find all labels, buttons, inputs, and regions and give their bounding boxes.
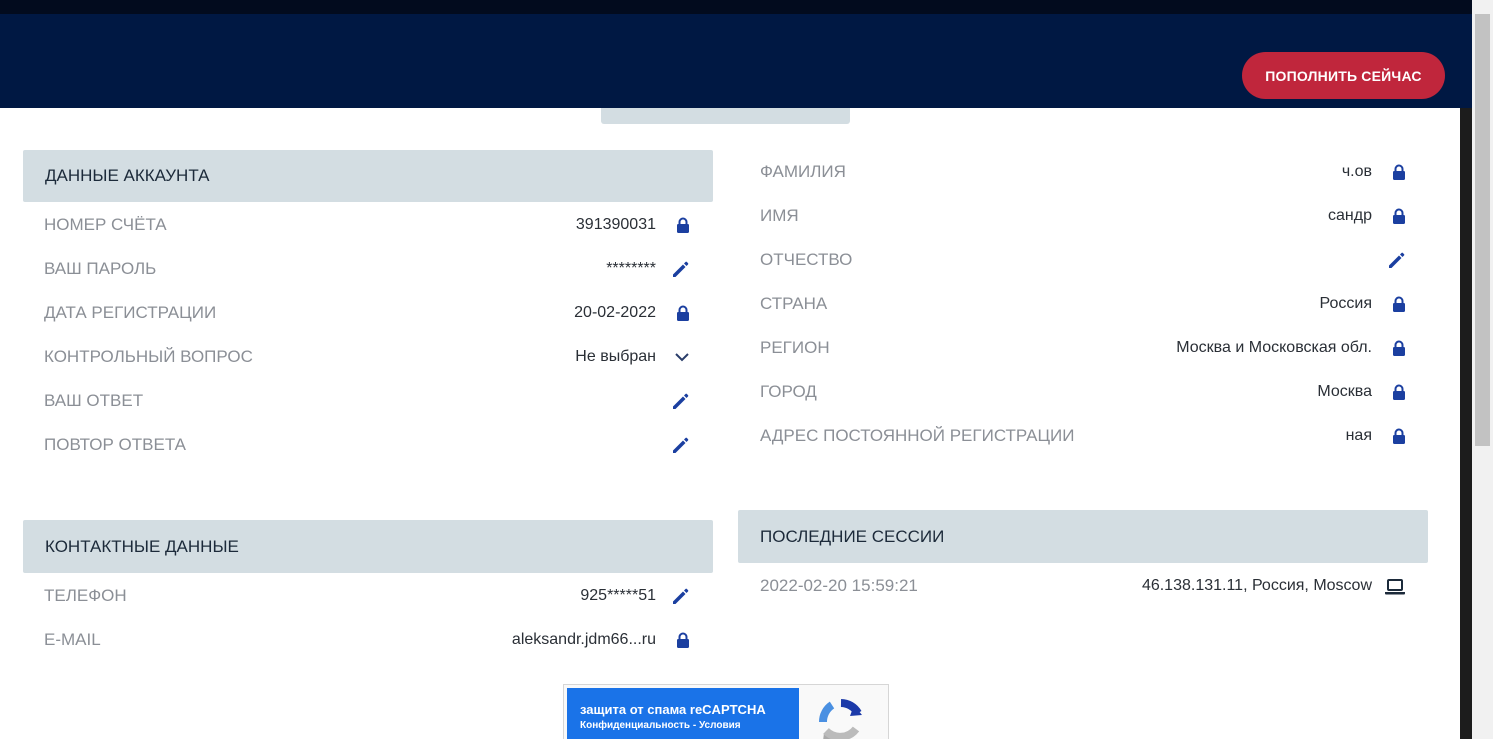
account-row-number: НОМЕР СЧЁТА 391390031 <box>44 213 690 237</box>
pencil-icon[interactable] <box>666 585 690 607</box>
recaptcha-links[interactable]: Конфиденциальность - Условия <box>580 720 799 731</box>
lock-icon <box>666 629 690 651</box>
tab-stub <box>601 108 850 124</box>
field-value: 925*****51 <box>580 587 656 604</box>
session-item: 2022-02-20 15:59:21 46.138.131.11, Росси… <box>760 574 1406 598</box>
field-value: ная <box>1345 427 1372 444</box>
field-label: ГОРОД <box>760 382 817 401</box>
account-section-header: ДАННЫЕ АККАУНТА <box>23 150 713 202</box>
topup-now-button[interactable]: ПОПОЛНИТЬ СЕЙЧАС <box>1242 52 1445 99</box>
field-label: АДРЕС ПОСТОЯННОЙ РЕГИСТРАЦИИ <box>760 426 1075 445</box>
account-row-answer[interactable]: ВАШ ОТВЕТ <box>44 389 690 413</box>
field-label: ОТЧЕСТВО <box>760 250 853 269</box>
field-value: ******** <box>606 260 656 277</box>
field-value: сандр <box>1328 207 1372 224</box>
field-label: ВАШ ОТВЕТ <box>44 391 144 410</box>
lock-icon <box>1382 205 1406 227</box>
top-strip <box>0 0 1472 14</box>
lock-icon <box>1382 161 1406 183</box>
recaptcha-title: защита от спама reCAPTCHA <box>580 702 766 717</box>
personal-row-name: ИМЯ сандр <box>760 204 1406 228</box>
session-info: 46.138.131.11, Россия, Moscow <box>1141 577 1372 594</box>
lock-icon <box>666 214 690 236</box>
personal-row-surname: ФАМИЛИЯ ч.ов <box>760 160 1406 184</box>
field-label: КОНТРОЛЬНЫЙ ВОПРОС <box>44 347 253 366</box>
recaptcha-badge[interactable]: защита от спама reCAPTCHA Конфиденциальн… <box>563 684 889 739</box>
pencil-icon[interactable] <box>666 258 690 280</box>
scrollbar[interactable] <box>1472 0 1493 739</box>
field-value: 391390031 <box>575 216 656 233</box>
field-label: РЕГИОН <box>760 338 830 357</box>
account-row-answer-repeat[interactable]: ПОВТОР ОТВЕТА <box>44 433 690 457</box>
session-date: 2022-02-20 15:59:21 <box>760 576 918 595</box>
page-edge-shadow <box>1460 108 1472 739</box>
personal-row-region: РЕГИОН Москва и Московская обл. <box>760 336 1406 360</box>
lock-icon <box>666 302 690 324</box>
lock-icon <box>1382 337 1406 359</box>
field-value: 20-02-2022 <box>574 304 656 321</box>
chevron-down-icon[interactable] <box>666 346 690 368</box>
field-value: Россия <box>1319 295 1372 312</box>
laptop-icon <box>1382 575 1406 597</box>
personal-row-city: ГОРОД Москва <box>760 380 1406 404</box>
account-row-security-question[interactable]: КОНТРОЛЬНЫЙ ВОПРОС Не выбран <box>44 345 690 369</box>
personal-row-patronymic[interactable]: ОТЧЕСТВО <box>760 248 1406 272</box>
field-label: ИМЯ <box>760 206 799 225</box>
lock-icon <box>1382 293 1406 315</box>
field-value: Не выбран <box>575 348 656 365</box>
pencil-icon[interactable] <box>666 434 690 456</box>
field-label: ТЕЛЕФОН <box>44 586 127 605</box>
personal-row-address: АДРЕС ПОСТОЯННОЙ РЕГИСТРАЦИИ ная <box>760 424 1406 448</box>
account-row-regdate: ДАТА РЕГИСТРАЦИИ 20-02-2022 <box>44 301 690 325</box>
field-label: ДАТА РЕГИСТРАЦИИ <box>44 303 217 322</box>
pencil-icon[interactable] <box>1382 249 1406 271</box>
recaptcha-text-panel: защита от спама reCAPTCHA Конфиденциальн… <box>567 688 799 739</box>
recaptcha-logo-icon <box>814 697 868 739</box>
lock-icon <box>1382 381 1406 403</box>
field-label: СТРАНА <box>760 294 828 313</box>
account-section-title: ДАННЫЕ АККАУНТА <box>45 166 210 185</box>
field-label: НОМЕР СЧЁТА <box>44 215 167 234</box>
field-label: ПОВТОР ОТВЕТА <box>44 435 186 454</box>
personal-row-country: СТРАНА Россия <box>760 292 1406 316</box>
contacts-row-email: E-MAIL aleksandr.jdm66...ru <box>44 628 690 652</box>
site-header: ПОПОЛНИТЬ СЕЙЧАС <box>0 14 1472 108</box>
scrollbar-thumb[interactable] <box>1475 14 1490 446</box>
field-label: E-MAIL <box>44 630 101 649</box>
account-row-password[interactable]: ВАШ ПАРОЛЬ ******** <box>44 257 690 281</box>
contacts-section-header: КОНТАКТНЫЕ ДАННЫЕ <box>23 520 713 573</box>
field-value: Москва и Московская обл. <box>1176 339 1372 356</box>
field-label: ФАМИЛИЯ <box>760 162 846 181</box>
field-label: ВАШ ПАРОЛЬ <box>44 259 157 278</box>
field-value: aleksandr.jdm66...ru <box>511 631 656 648</box>
contacts-section-title: КОНТАКТНЫЕ ДАННЫЕ <box>45 536 239 556</box>
pencil-icon[interactable] <box>666 390 690 412</box>
sessions-section-title: ПОСЛЕДНИЕ СЕССИИ <box>760 526 945 546</box>
sessions-section-header: ПОСЛЕДНИЕ СЕССИИ <box>738 510 1428 563</box>
field-value: ч.ов <box>1341 163 1372 180</box>
lock-icon <box>1382 425 1406 447</box>
security-question-select[interactable]: Не выбран <box>575 345 690 369</box>
contacts-row-phone[interactable]: ТЕЛЕФОН 925*****51 <box>44 584 690 608</box>
field-value: Москва <box>1317 383 1372 400</box>
